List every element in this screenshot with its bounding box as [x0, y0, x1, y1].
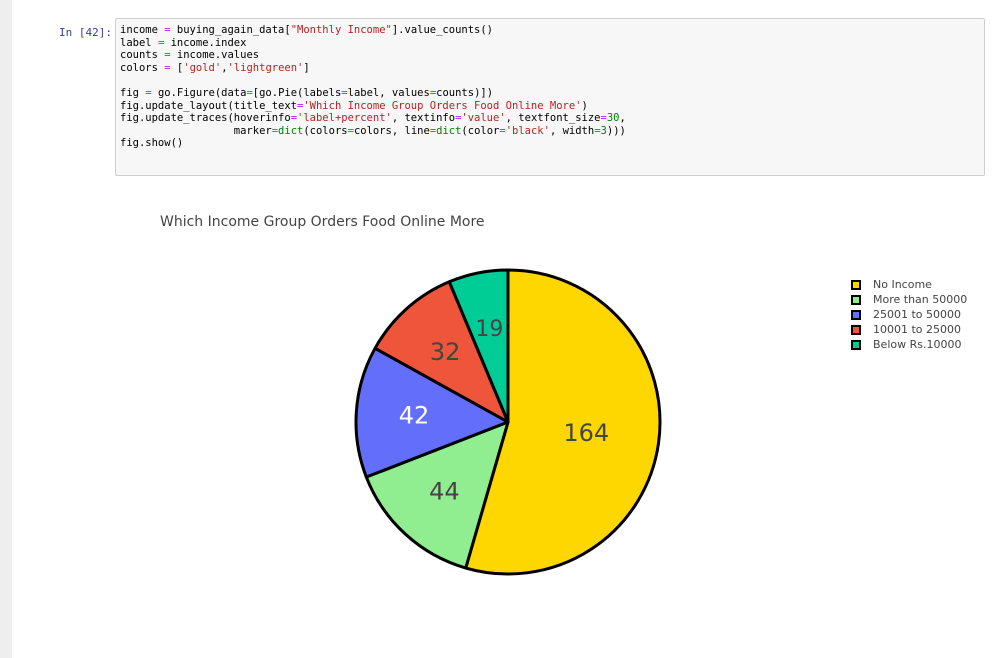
- code-line: marker=dict(colors=colors, line=dict(col…: [120, 124, 626, 137]
- code-line: fig = go.Figure(data=[go.Pie(labels=labe…: [120, 86, 494, 99]
- code-line: income = buying_again_data["Monthly Inco…: [120, 24, 494, 36]
- code-line: label = income.index: [120, 36, 247, 49]
- legend-label: 10001 to 25000: [873, 323, 962, 336]
- legend-label: More than 50000: [873, 293, 968, 306]
- pie-chart: 164 44 42 32 19: [354, 268, 662, 576]
- code-line: fig.update_layout(title_text='Which Inco…: [120, 99, 588, 112]
- legend-item[interactable]: No Income: [851, 277, 967, 292]
- input-prompt: In [42]:: [59, 26, 112, 39]
- legend-label: Below Rs.10000: [873, 338, 962, 351]
- code-line: colors = ['gold','lightgreen']: [120, 61, 310, 74]
- legend-swatch: [851, 309, 861, 320]
- legend-item[interactable]: Below Rs.10000: [851, 337, 967, 352]
- code-editor[interactable]: income = buying_again_data["Monthly Inco…: [115, 18, 985, 176]
- legend-swatch: [851, 294, 861, 305]
- legend-swatch: [851, 279, 861, 290]
- legend-item[interactable]: More than 50000: [851, 292, 967, 307]
- code-line: fig.update_traces(hoverinfo='label+perce…: [120, 112, 626, 125]
- legend-label: No Income: [873, 278, 932, 291]
- legend-item[interactable]: 10001 to 25000: [851, 322, 967, 337]
- legend-swatch: [851, 339, 861, 350]
- legend-item[interactable]: 25001 to 50000: [851, 307, 967, 322]
- pie-slice-label: 19: [475, 317, 503, 342]
- chart-legend[interactable]: No Income More than 50000 25001 to 50000 10…: [851, 277, 967, 352]
- legend-swatch: [851, 324, 861, 335]
- pie-slice-label: 164: [563, 419, 609, 447]
- pie-slice-label: 32: [430, 338, 461, 366]
- code-line: counts = income.values: [120, 49, 260, 62]
- code-line: fig.show(): [120, 137, 184, 150]
- plotly-figure: Which Income Group Orders Food Online Mo…: [0, 200, 1004, 658]
- legend-label: 25001 to 50000: [873, 308, 962, 321]
- pie-slice-label: 42: [399, 402, 430, 430]
- pie-slice-label: 44: [429, 478, 460, 506]
